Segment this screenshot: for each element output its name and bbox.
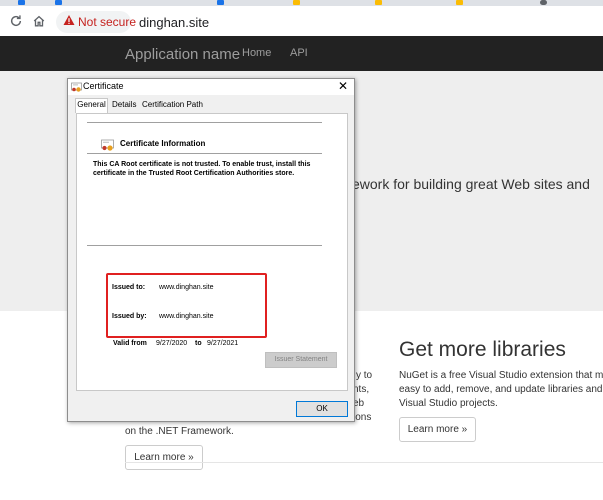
dialog-titlebar[interactable]: Certificate ✕	[68, 79, 354, 95]
learn-more-button[interactable]: Learn more »	[399, 417, 476, 442]
libraries-heading: Get more libraries	[399, 338, 566, 361]
left-column-text: on the .NET Framework.	[125, 426, 234, 437]
divider	[125, 462, 603, 463]
separator	[87, 245, 322, 246]
close-icon[interactable]: ✕	[334, 79, 352, 94]
home-icon[interactable]	[32, 14, 46, 28]
certificate-info-title: Certificate Information	[120, 139, 206, 148]
libraries-text: NuGet is a free Visual Studio extension …	[399, 370, 603, 381]
security-label: Not secure	[78, 15, 137, 29]
issuer-statement-button: Issuer Statement	[265, 352, 337, 368]
address-bar[interactable]: dinghan.site	[139, 15, 209, 30]
tab-details[interactable]: Details	[112, 99, 136, 111]
site-brand[interactable]: Application name	[125, 46, 240, 63]
libraries-text: easy to add, remove, and update librarie…	[399, 384, 603, 395]
separator	[87, 153, 322, 154]
tab-favicon	[293, 0, 300, 5]
warning-icon	[63, 15, 75, 25]
tab-favicon	[55, 0, 62, 5]
valid-from-label: Valid from	[113, 340, 147, 347]
tab-favicon	[540, 0, 547, 5]
valid-to-label: to	[195, 340, 202, 347]
left-column-text: ions	[353, 412, 372, 423]
valid-to-value: 9/27/2021	[207, 340, 239, 347]
security-chip[interactable]: Not secure	[56, 11, 136, 33]
nav-home[interactable]: Home	[242, 47, 271, 59]
certificate-dialog: Certificate ✕ General Details Certificat…	[67, 78, 355, 422]
tab-favicon	[375, 0, 382, 5]
nav-api[interactable]: API	[290, 47, 308, 59]
valid-from-value: 9/27/2020	[156, 340, 188, 347]
tab-certification-path[interactable]: Certification Path	[142, 99, 203, 111]
separator	[87, 122, 322, 123]
trust-warning: This CA Root certificate is not trusted.…	[93, 161, 311, 177]
site-navbar: Application name Home API	[0, 36, 603, 71]
tab-favicon	[217, 0, 224, 5]
left-column-text: y to	[356, 370, 373, 381]
browser-toolbar: Not secure dinghan.site	[0, 6, 603, 36]
jumbotron-lead: ework for building great Web sites and	[352, 176, 590, 192]
ok-button[interactable]: OK	[296, 401, 348, 417]
reload-icon[interactable]	[9, 14, 23, 28]
certificate-icon	[101, 139, 114, 151]
tab-favicon	[456, 0, 463, 5]
general-panel: Certificate Information This CA Root cer…	[76, 113, 348, 391]
certificate-icon	[71, 82, 82, 92]
highlight-box	[106, 273, 267, 338]
tab-favicon	[18, 0, 25, 5]
left-column-text: nts,	[353, 384, 370, 395]
dialog-title: Certificate	[83, 81, 124, 91]
learn-more-button[interactable]: Learn more »	[125, 445, 203, 470]
tab-general[interactable]: General	[75, 98, 108, 113]
libraries-text: Visual Studio projects.	[399, 398, 498, 409]
